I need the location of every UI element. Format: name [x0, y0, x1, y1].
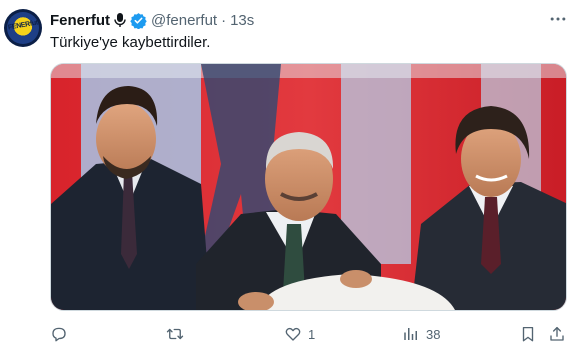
tweet-text: Türkiye'ye kaybettirdiler. [50, 34, 211, 51]
reply-button[interactable] [50, 322, 74, 345]
views-chart-icon [404, 328, 417, 340]
bookmark-button[interactable] [519, 322, 537, 345]
bookmark-icon [522, 326, 534, 342]
share-button[interactable] [548, 322, 566, 345]
share-icon [550, 326, 564, 341]
photo-image [51, 64, 566, 310]
display-name[interactable]: Fenerfut [50, 12, 110, 29]
tweet[interactable]: FENERfut Fenerfut @fenerfut · 13s Türkiy [0, 0, 578, 345]
heart-icon [285, 327, 301, 341]
handle[interactable]: @fenerfut [151, 12, 217, 29]
avatar[interactable]: FENERfut [4, 9, 42, 47]
more-options-button[interactable] [543, 8, 573, 30]
microphone-icon [113, 12, 127, 28]
timestamp[interactable]: 13s [230, 12, 254, 29]
separator-dot: · [221, 11, 227, 29]
retweet-button[interactable] [166, 322, 190, 345]
tweet-photo[interactable] [50, 63, 567, 311]
retweet-icon [166, 328, 184, 340]
views-button[interactable]: 38 [402, 322, 440, 345]
verified-badge-icon[interactable] [130, 12, 147, 29]
reply-icon [52, 327, 66, 342]
like-button[interactable]: 1 [284, 322, 315, 345]
like-count: 1 [308, 326, 316, 342]
more-dots-icon [550, 17, 566, 21]
tweet-header: Fenerfut @fenerfut · 13s [50, 10, 254, 30]
tweet-actions: 1 38 [50, 322, 570, 345]
views-count: 38 [426, 326, 441, 342]
